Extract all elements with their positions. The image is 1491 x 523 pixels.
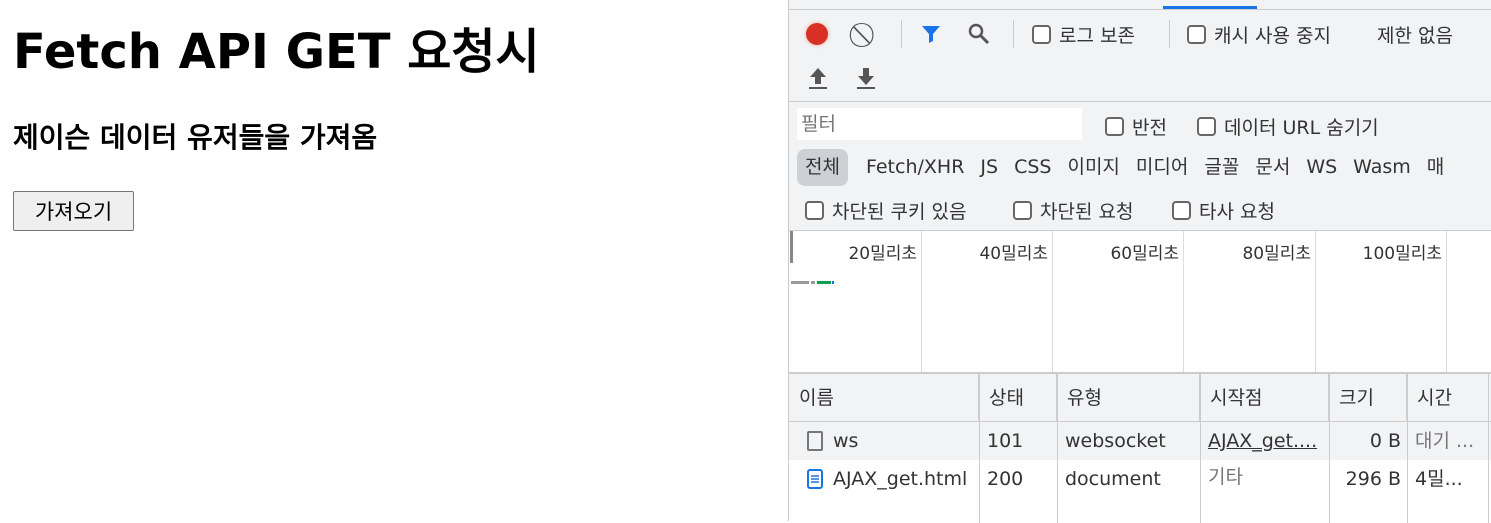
request-initiator: 기타 bbox=[1208, 466, 1243, 488]
type-js[interactable]: JS bbox=[972, 149, 1006, 186]
request-name: AJAX_get.html bbox=[833, 468, 968, 490]
record-icon[interactable] bbox=[803, 20, 831, 48]
request-initiator-link[interactable]: AJAX_get.... bbox=[1200, 422, 1327, 460]
clear-icon[interactable]: ⃠ bbox=[853, 20, 881, 48]
column-name[interactable]: 이름 bbox=[789, 374, 979, 422]
timeline-bar bbox=[817, 281, 831, 284]
request-time: 대기 ... bbox=[1415, 430, 1475, 452]
timeline-tick: 100밀리초 bbox=[1316, 231, 1447, 373]
blocked-requests-checkbox[interactable]: 차단된 요청 bbox=[1013, 197, 1133, 224]
hide-data-urls-checkbox[interactable]: 데이터 URL 숨기기 bbox=[1197, 113, 1379, 140]
active-tab-indicator bbox=[1163, 6, 1257, 9]
search-icon[interactable] bbox=[965, 20, 993, 48]
type-media[interactable]: 미디어 bbox=[1128, 149, 1196, 186]
timeline-tick: 20밀리초 bbox=[789, 231, 922, 373]
label: 반전 bbox=[1132, 117, 1167, 139]
type-manifest[interactable]: 매 bbox=[1419, 149, 1452, 186]
timeline-tick: 60밀리초 bbox=[1053, 231, 1184, 373]
checkbox-icon bbox=[1172, 201, 1191, 220]
request-status: 101 bbox=[987, 430, 1024, 452]
label: 차단된 요청 bbox=[1040, 201, 1134, 223]
type-all[interactable]: 전체 bbox=[797, 149, 848, 186]
type-css[interactable]: CSS bbox=[1006, 149, 1059, 186]
column-status[interactable]: 상태 bbox=[979, 374, 1057, 422]
checkbox-icon bbox=[1105, 117, 1124, 136]
devtools-network-panel: ⃠ 로그 보존 캐시 사용 중지 제한 없음 반전 데이터 URL 숨기기 전체… bbox=[788, 0, 1491, 523]
type-font[interactable]: 글꼴 bbox=[1196, 149, 1247, 186]
request-status: 200 bbox=[987, 468, 1024, 490]
column-type[interactable]: 유형 bbox=[1057, 374, 1200, 422]
timeline-tick: 80밀리초 bbox=[1184, 231, 1316, 373]
type-doc[interactable]: 문서 bbox=[1247, 149, 1298, 186]
import-har-icon[interactable] bbox=[805, 64, 831, 92]
checkbox-icon bbox=[1032, 25, 1051, 44]
network-overview-timeline[interactable]: 20밀리초 40밀리초 60밀리초 80밀리초 100밀리초 bbox=[789, 230, 1491, 373]
page-subtitle: 제이슨 데이터 유저들을 가져옴 bbox=[13, 121, 378, 154]
type-fetch-xhr[interactable]: Fetch/XHR bbox=[858, 149, 972, 186]
request-time: 4밀... bbox=[1415, 468, 1463, 490]
websocket-icon bbox=[807, 431, 823, 451]
type-wasm[interactable]: Wasm bbox=[1345, 149, 1419, 186]
export-har-icon[interactable] bbox=[853, 64, 879, 92]
document-icon bbox=[807, 469, 823, 489]
checkbox-icon bbox=[1013, 201, 1032, 220]
invert-checkbox[interactable]: 반전 bbox=[1105, 113, 1167, 140]
requests-table: 이름 상태 유형 시작점 크기 시간 ws 101 websocket AJAX… bbox=[789, 372, 1491, 523]
label: 데이터 URL 숨기기 bbox=[1224, 117, 1379, 139]
preserve-log-checkbox[interactable]: 로그 보존 bbox=[1032, 21, 1135, 48]
type-ws[interactable]: WS bbox=[1298, 149, 1345, 186]
filter-icon[interactable] bbox=[917, 20, 945, 48]
request-size: 0 B bbox=[1369, 430, 1401, 452]
fetch-button[interactable]: 가져오기 bbox=[13, 191, 134, 231]
timeline-tick: 40밀리초 bbox=[922, 231, 1053, 373]
label: 캐시 사용 중지 bbox=[1214, 25, 1331, 47]
throttle-select[interactable]: 제한 없음 bbox=[1377, 21, 1453, 48]
type-img[interactable]: 이미지 bbox=[1059, 149, 1127, 186]
blocked-cookies-checkbox[interactable]: 차단된 쿠키 있음 bbox=[805, 197, 966, 224]
resource-type-filters: 전체 Fetch/XHR JS CSS 이미지 미디어 글꼴 문서 WS Was… bbox=[797, 149, 1452, 186]
third-party-checkbox[interactable]: 타사 요청 bbox=[1172, 197, 1275, 224]
checkbox-icon bbox=[1187, 25, 1206, 44]
timeline-bar bbox=[791, 281, 809, 284]
request-type: document bbox=[1065, 468, 1161, 490]
request-type: websocket bbox=[1065, 430, 1166, 452]
disable-cache-checkbox[interactable]: 캐시 사용 중지 bbox=[1187, 21, 1331, 48]
label: 로그 보존 bbox=[1059, 25, 1135, 47]
column-time[interactable]: 시간 bbox=[1407, 374, 1491, 422]
checkbox-icon bbox=[805, 201, 824, 220]
label: 타사 요청 bbox=[1199, 201, 1275, 223]
page-title: Fetch API GET 요청시 bbox=[13, 24, 540, 80]
label: 차단된 쿠키 있음 bbox=[832, 201, 967, 223]
column-initiator[interactable]: 시작점 bbox=[1200, 374, 1329, 422]
filter-input[interactable] bbox=[797, 108, 1082, 140]
request-name: ws bbox=[833, 430, 859, 452]
request-size: 296 B bbox=[1345, 468, 1401, 490]
checkbox-icon bbox=[1197, 117, 1216, 136]
column-size[interactable]: 크기 bbox=[1329, 374, 1407, 422]
